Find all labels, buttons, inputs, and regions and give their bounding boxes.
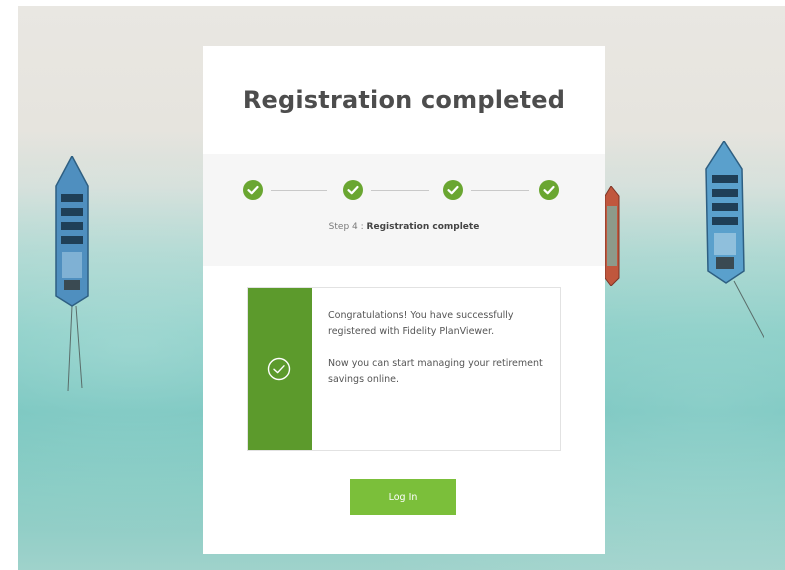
next-steps-text: Now you can start managing your retireme…: [328, 358, 543, 385]
success-message-text: Congratulations! You have successfully r…: [328, 308, 548, 404]
step-3-complete: [443, 180, 463, 200]
step-1-complete: [243, 180, 263, 200]
checkmark-icon: [347, 185, 359, 195]
step-connector: [471, 190, 529, 191]
step-caption: Step 4 : Registration complete: [203, 222, 605, 232]
boat-image-left: [55, 156, 89, 392]
progress-stepper: Step 4 : Registration complete: [203, 154, 605, 266]
step-number: Step 4 :: [328, 222, 364, 232]
registration-card: Registration completed Step 4 : Registra…: [203, 46, 605, 554]
step-4-complete: [539, 180, 559, 200]
checkmark-icon: [447, 185, 459, 195]
success-panel: [248, 288, 312, 450]
page-title: Registration completed: [242, 86, 566, 114]
screen: Registration completed Step 4 : Registra…: [0, 0, 785, 570]
circle-check-icon: [267, 357, 291, 381]
checkmark-icon: [247, 185, 259, 195]
step-name: Registration complete: [366, 222, 480, 232]
success-message-box: Congratulations! You have successfully r…: [247, 287, 561, 451]
login-button[interactable]: Log In: [350, 479, 456, 515]
congratulations-text: Congratulations! You have successfully r…: [328, 310, 514, 337]
step-connector: [371, 190, 429, 191]
step-2-complete: [343, 180, 363, 200]
step-connector: [271, 190, 327, 191]
boat-image-right: [705, 141, 764, 339]
checkmark-icon: [543, 185, 555, 195]
